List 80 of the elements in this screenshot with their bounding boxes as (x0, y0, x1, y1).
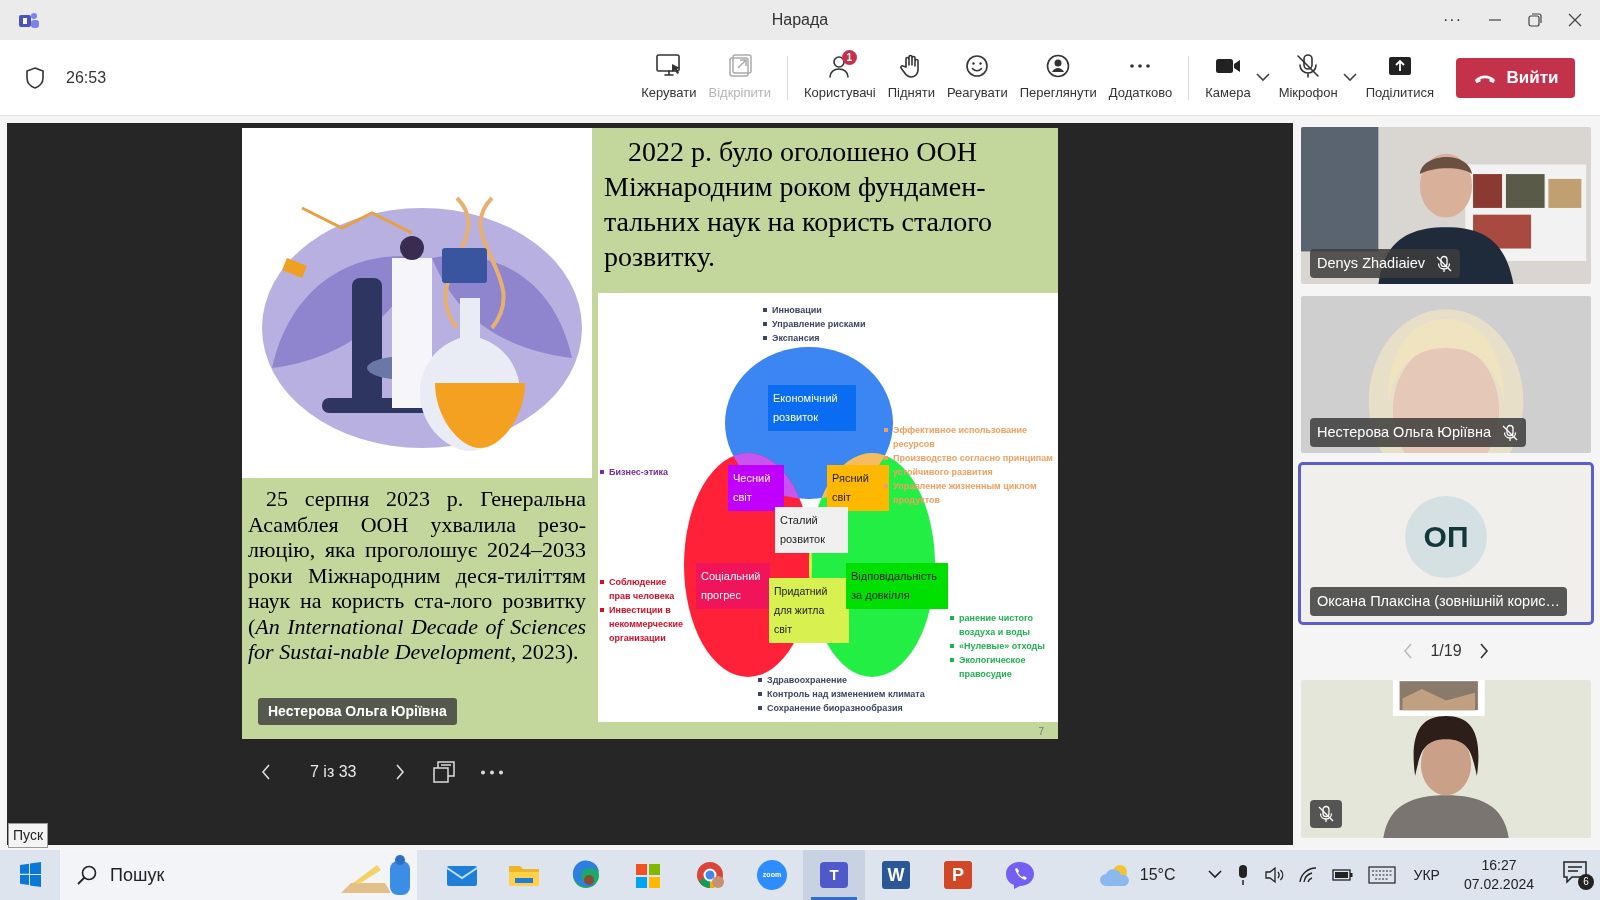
notification-count: 6 (1578, 874, 1594, 890)
speaker-icon[interactable] (1263, 865, 1284, 885)
note-text: Инвестиции в некоммерческие организации (609, 603, 684, 645)
search-icon (76, 864, 98, 886)
app-logo-icon (18, 10, 40, 30)
note-text: ранение чистого воздуха и воды (959, 611, 1035, 639)
mic-off-icon (1317, 805, 1335, 823)
note-text: Сохранение биоразнообразия (767, 701, 903, 715)
region-label: Чесний світ (728, 464, 784, 511)
clock-date: 07.02.2024 (1463, 875, 1534, 894)
note-text: Бизнес-этика (609, 465, 669, 479)
note-text: Инновации (772, 303, 822, 317)
restore-icon[interactable] (1528, 13, 1542, 27)
note-text: Эффективное использование ресурсов (893, 423, 1029, 451)
slide-counter: 7 із 33 (310, 762, 357, 782)
taskbar-app[interactable]: W (865, 850, 927, 900)
taskbar-app[interactable]: P (927, 850, 989, 900)
camera-button[interactable]: Камера (1202, 47, 1254, 108)
share-button[interactable]: Поділитися (1362, 47, 1437, 108)
keyboard-icon[interactable] (1367, 866, 1396, 884)
region-label: Сталий розвиток (775, 506, 848, 553)
region-label: Відповідальність за довкілля (846, 562, 948, 609)
note-text: Управление рисками (772, 317, 866, 331)
people-button[interactable]: Користувачі 1 (801, 47, 879, 108)
region-label: Рясний світ (827, 464, 889, 511)
more-icon (1130, 63, 1151, 68)
temperature: 15°C (1139, 865, 1176, 885)
call-timer: 26:53 (66, 67, 107, 88)
close-icon[interactable] (1568, 13, 1582, 27)
more-button[interactable]: Додатково (1105, 47, 1176, 108)
note-text: Контроль над изменением климата (767, 687, 925, 701)
leave-button[interactable]: Вийти (1456, 57, 1575, 98)
view-button[interactable]: Переглянути (1016, 47, 1100, 108)
app-icon: P (944, 861, 972, 889)
participant-tile[interactable]: ОП Оксана Плаксіна (зовнішній корис… (1298, 462, 1594, 625)
search-field[interactable]: Пошук (60, 850, 417, 900)
manage-button[interactable]: Керувати (638, 47, 700, 108)
shield-icon (24, 65, 46, 90)
page-counter: 1/19 (1430, 641, 1462, 661)
more-icon[interactable] (480, 769, 505, 775)
language-indicator[interactable]: УКР (1413, 864, 1440, 886)
react-button[interactable]: Реагувати (944, 47, 1011, 108)
slide-number: 7 (1038, 725, 1044, 739)
chat-bubble-icon (1003, 860, 1037, 890)
mic-off-icon (1295, 52, 1322, 79)
taskbar-app[interactable]: T (803, 850, 865, 900)
region-label: Соціальний прогрес (696, 562, 770, 609)
tooltip: Пуск (8, 823, 49, 848)
clock-time: 16:27 (1481, 856, 1517, 875)
smiley-icon (964, 52, 991, 79)
search-placeholder: Пошук (110, 863, 165, 887)
unpin-icon (726, 52, 753, 79)
note-text: «Нулевые» отходы (959, 639, 1045, 653)
slide-paragraph: 25 серпня 2023 р. Генеральна Асамблея ООН ухвалила резо-люцію, яка проголошує 2024–2033 роки Міжнародним деся-тиліттям наук на користь ста-лого розвитку (An International Decade of Sciences for Sustai-nable Development, 2023). (247, 485, 587, 665)
notification-badge: 1 (841, 49, 857, 65)
participant-name: Denys Zhadiaiev (1317, 253, 1425, 273)
slide-grid-icon[interactable] (432, 760, 457, 784)
note-text: Экологическое правосудие (959, 653, 1027, 681)
region-label: Придатний для житла світ (769, 577, 849, 643)
screen-pointer-icon (654, 52, 683, 79)
slide-heading: 2022 р. було оголошено ООН Міжнародним роком фундамен-тальних наук на користь сталого розвитку. (603, 135, 993, 274)
region-label: Економічний розвиток (768, 384, 856, 431)
note-text: Здравоохранение (767, 673, 847, 687)
battery-icon[interactable] (1331, 867, 1354, 883)
more-options-button[interactable]: ··· (1443, 8, 1462, 32)
participant-name: Оксана Плаксіна (зовнішній корис… (1317, 591, 1560, 611)
note-text: Соблюдение прав человека (609, 575, 676, 603)
presenter-name-tag: Нестерова Ольга Юріївна (258, 698, 457, 725)
avatar: ОП (1405, 495, 1487, 578)
view-icon (1045, 52, 1072, 79)
participant-tile[interactable]: Нестерова Ольга Юріївна (1298, 293, 1594, 456)
participant-name: Нестерова Ольга Юріївна (1317, 422, 1492, 442)
wifi-icon[interactable] (1297, 865, 1318, 885)
note-text: Экспансия (772, 331, 820, 345)
raise-button[interactable]: Підняти (884, 47, 938, 108)
app-icon: W (882, 861, 910, 889)
window-title: Нарада (771, 11, 829, 28)
notifications-icon[interactable] (1562, 860, 1588, 884)
participant-tile[interactable]: Denys Zhadiaiev (1298, 124, 1594, 287)
app-icon: T (820, 862, 848, 888)
